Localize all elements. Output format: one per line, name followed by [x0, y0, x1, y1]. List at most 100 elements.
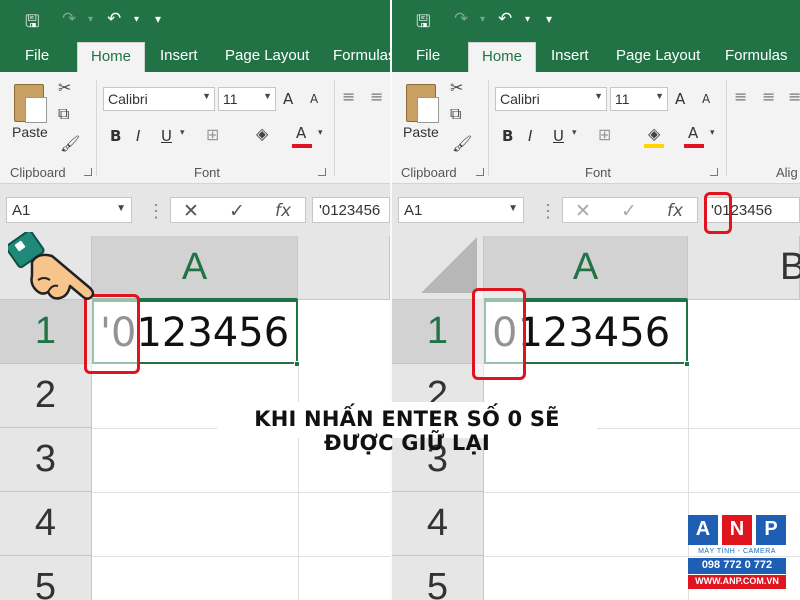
tab-insert[interactable]: Insert: [551, 47, 589, 64]
column-header-a[interactable]: A: [92, 236, 298, 300]
chevron-down-icon[interactable]: ▾: [180, 128, 185, 138]
grow-font-button[interactable]: A: [283, 90, 293, 108]
bold-button[interactable]: B: [110, 127, 121, 145]
row-header-1[interactable]: 1: [392, 300, 484, 364]
font-size-value: 11: [223, 91, 238, 107]
fill-color-icon[interactable]: ◈: [256, 124, 268, 143]
column-header-b[interactable]: [298, 236, 390, 300]
shrink-font-button[interactable]: A: [702, 92, 710, 106]
align-middle-icon[interactable]: ≡: [370, 87, 383, 106]
redo-icon[interactable]: ↷: [62, 9, 76, 29]
tab-page-layout[interactable]: Page Layout: [616, 47, 700, 64]
italic-button[interactable]: I: [136, 127, 140, 145]
align-middle-icon[interactable]: ≡: [762, 87, 775, 106]
cut-icon[interactable]: ✂: [450, 78, 463, 97]
fill-color-bar: [644, 144, 664, 148]
font-launcher-icon[interactable]: [710, 168, 718, 176]
font-group-label: Font: [585, 165, 612, 180]
chevron-down-icon[interactable]: ▾: [480, 14, 485, 25]
align-top-icon[interactable]: ≡: [342, 87, 355, 106]
chevron-down-icon[interactable]: ▾: [88, 14, 93, 25]
column-header-b[interactable]: B: [688, 236, 800, 300]
tab-file[interactable]: File: [25, 47, 49, 64]
underline-button[interactable]: U: [553, 127, 564, 145]
chevron-down-icon[interactable]: ▾: [572, 128, 577, 138]
insert-function-icon[interactable]: fx: [275, 201, 291, 221]
copy-icon[interactable]: ⧉: [58, 104, 69, 124]
select-all-triangle: [421, 237, 477, 293]
fill-handle[interactable]: [294, 361, 300, 367]
logo-letter-a: A: [688, 515, 718, 545]
font-color-button[interactable]: A: [688, 124, 698, 142]
cut-icon[interactable]: ✂: [58, 78, 71, 97]
tab-file[interactable]: File: [416, 47, 440, 64]
font-name-select[interactable]: Calibri ▼: [103, 87, 215, 111]
row-header-4[interactable]: 4: [0, 492, 92, 556]
fill-color-icon[interactable]: ◈: [648, 124, 660, 143]
font-color-bar: [292, 144, 312, 148]
clipboard-group-label: Clipboard: [10, 165, 66, 180]
pointing-hand-icon: [8, 232, 95, 300]
format-painter-icon[interactable]: 🖌: [60, 134, 80, 153]
redo-icon[interactable]: ↷: [454, 9, 468, 29]
group-separator: [726, 80, 727, 176]
grow-font-button[interactable]: A: [675, 90, 685, 108]
align-bottom-icon[interactable]: ≡: [788, 87, 800, 106]
paste-button[interactable]: Paste: [403, 124, 439, 140]
paste-icon[interactable]: [14, 84, 47, 123]
bold-button[interactable]: B: [502, 127, 513, 145]
save-icon[interactable]: 🖫: [25, 9, 39, 38]
borders-icon[interactable]: ⊞: [206, 125, 219, 144]
fill-handle[interactable]: [684, 361, 690, 367]
shrink-font-button[interactable]: A: [310, 92, 318, 106]
chevron-down-icon[interactable]: ▾: [710, 128, 715, 138]
row-header-3[interactable]: 3: [0, 428, 92, 492]
paste-icon[interactable]: [406, 84, 439, 123]
borders-icon[interactable]: ⊞: [598, 125, 611, 144]
copy-icon[interactable]: ⧉: [450, 104, 461, 124]
row-header-4[interactable]: 4: [392, 492, 484, 556]
clipboard-launcher-icon[interactable]: [84, 168, 92, 176]
tab-page-layout[interactable]: Page Layout: [225, 47, 309, 64]
tab-home[interactable]: Home: [468, 42, 537, 72]
row-header-5[interactable]: 5: [392, 556, 484, 600]
row-header-5[interactable]: 5: [0, 556, 92, 600]
font-size-select[interactable]: 11 ▼: [610, 87, 668, 111]
formula-bar: A1 ▼ ⋮ ✕ ✓ fx '0123456: [0, 184, 390, 236]
formula-input[interactable]: '0123456: [312, 197, 390, 223]
tab-insert[interactable]: Insert: [160, 47, 198, 64]
align-top-icon[interactable]: ≡: [734, 87, 747, 106]
tab-home[interactable]: Home: [77, 42, 146, 72]
name-box[interactable]: A1 ▼: [6, 197, 132, 223]
cancel-icon[interactable]: ✕: [575, 200, 591, 222]
chevron-down-icon[interactable]: ▾: [134, 14, 139, 25]
gridline: [298, 364, 299, 600]
font-launcher-icon[interactable]: [318, 168, 326, 176]
undo-icon[interactable]: ↶: [107, 9, 121, 29]
insert-function-icon[interactable]: fx: [667, 201, 683, 221]
font-color-button[interactable]: A: [296, 124, 306, 142]
cancel-icon[interactable]: ✕: [183, 200, 199, 222]
tab-formulas[interactable]: Formulas: [333, 47, 390, 64]
undo-icon[interactable]: ↶: [498, 9, 512, 29]
paste-button[interactable]: Paste: [12, 124, 48, 140]
row-header-2[interactable]: 2: [0, 364, 92, 428]
font-name-select[interactable]: Calibri ▼: [495, 87, 607, 111]
clipboard-launcher-icon[interactable]: [476, 168, 484, 176]
tab-formulas[interactable]: Formulas: [725, 47, 788, 64]
format-painter-icon[interactable]: 🖌: [452, 134, 472, 153]
select-all-corner[interactable]: [392, 236, 484, 300]
underline-button[interactable]: U: [161, 127, 172, 145]
italic-button[interactable]: I: [528, 127, 532, 145]
chevron-down-icon[interactable]: ▾: [318, 128, 323, 138]
row-header-1[interactable]: 1: [0, 300, 92, 364]
font-size-select[interactable]: 11 ▼: [218, 87, 276, 111]
chevron-down-icon: ▼: [594, 91, 603, 101]
name-box[interactable]: A1 ▼: [398, 197, 524, 223]
customize-toolbar-icon[interactable]: ▾: [155, 12, 161, 26]
enter-icon[interactable]: ✓: [229, 200, 245, 222]
customize-toolbar-icon[interactable]: ▾: [546, 12, 552, 26]
save-icon[interactable]: 🖫: [416, 9, 430, 38]
enter-icon[interactable]: ✓: [621, 200, 637, 222]
chevron-down-icon[interactable]: ▾: [525, 14, 530, 25]
